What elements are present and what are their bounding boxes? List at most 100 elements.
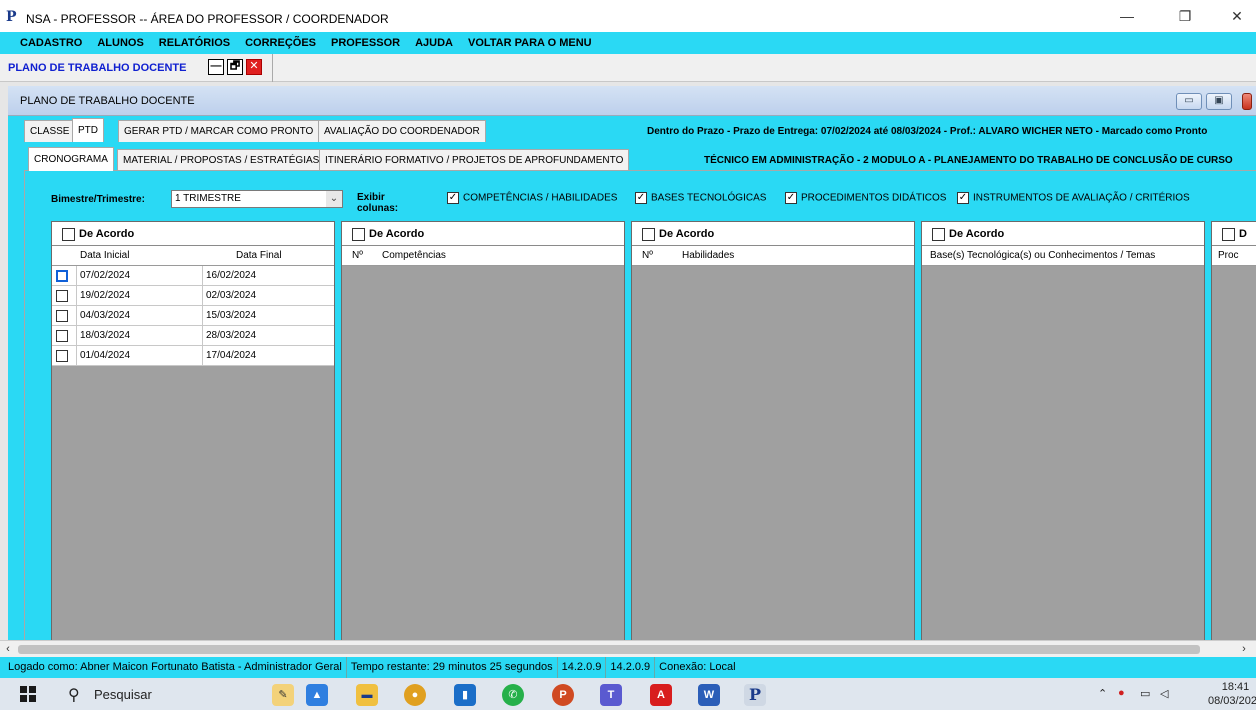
menu-ajuda[interactable]: AJUDA [415,37,453,49]
show-competencias-option[interactable]: ✓ COMPETÊNCIAS / HABILIDADES [447,192,617,204]
acrobat-icon[interactable]: A [650,684,672,706]
tab-classe[interactable]: CLASSE [24,120,76,142]
volume-icon[interactable]: ◁ [1160,687,1168,700]
show-instrumentos-option[interactable]: ✓ INSTRUMENTOS DE AVALIAÇÃO / CRITÉRIOS [957,192,1190,204]
checkbox-icon[interactable] [642,227,655,241]
row-checkbox[interactable] [56,350,68,362]
table-row[interactable]: 07/02/2024 16/02/2024 [52,266,334,286]
mdi-tab-label[interactable]: PLANO DE TRABALHO DOCENTE [8,62,186,74]
horizontal-scrollbar[interactable]: ‹ › [0,640,1256,657]
restore-button[interactable]: ❐ [1162,4,1208,28]
bases-column: De Acordo Base(s) Tecnológica(s) ou Conh… [921,221,1205,645]
competencias-agree-header[interactable]: De Acordo [342,222,624,246]
row-checkbox[interactable] [56,310,68,322]
option-label: PROCEDIMENTOS DIDÁTICOS [801,192,947,204]
shield-icon[interactable]: ▲ [306,684,328,706]
search-icon[interactable]: ⚲ [68,685,80,705]
minimize-button[interactable]: — [1104,4,1150,28]
tab-cronograma[interactable]: CRONOGRAMA [28,147,114,171]
window-titlebar: P NSA - PROFESSOR -- ÁREA DO PROFESSOR /… [0,0,1256,32]
word-icon[interactable]: W [698,684,720,706]
checkbox-icon[interactable] [1222,227,1235,241]
menu-professor[interactable]: PROFESSOR [331,37,400,49]
row-checkbox[interactable] [56,270,68,282]
procedimentos-agree-header[interactable]: D [1212,222,1256,246]
checkbox-icon[interactable] [932,227,945,241]
mdi-close-button[interactable]: ✕ [246,59,262,75]
status-time-remaining: Tempo restante: 29 minutos 25 segundos [347,657,558,678]
bases-agree-header[interactable]: De Acordo [922,222,1204,246]
col-header-start[interactable]: Data Inicial [80,246,129,265]
table-row[interactable]: 01/04/2024 17/04/2024 [52,346,334,366]
tab-itinerario[interactable]: ITINERÁRIO FORMATIVO / PROJETOS DE APROF… [319,149,630,171]
col-header-num[interactable]: Nº [352,246,363,265]
show-procedimentos-option[interactable]: ✓ PROCEDIMENTOS DIDÁTICOS [785,192,946,204]
end-date-cell: 02/03/2024 [202,286,334,306]
col-header-bases[interactable]: Base(s) Tecnológica(s) ou Conhecimentos … [930,246,1155,265]
network-error-icon[interactable]: ● [1118,687,1125,699]
windows-start-icon[interactable] [20,686,36,702]
show-bases-option[interactable]: ✓ BASES TECNOLÓGICAS [635,192,766,204]
checkbox-checked-icon[interactable]: ✓ [447,192,459,204]
chrome-icon[interactable]: ● [404,684,426,706]
col-header-num[interactable]: Nº [642,246,653,265]
chevron-down-icon[interactable]: ⌄ [326,191,342,207]
menu-relatorios[interactable]: RELATÓRIOS [159,37,230,49]
mdi-minimize-button[interactable]: — [208,59,224,75]
tab-ptd[interactable]: PTD [72,118,104,142]
period-select[interactable]: 1 TRIMESTRE ⌄ [171,190,343,208]
habilidades-agree-header[interactable]: De Acordo [632,222,914,246]
menu-alunos[interactable]: ALUNOS [97,37,143,49]
close-button[interactable]: ✕ [1214,4,1256,28]
col-header-end[interactable]: Data Final [236,246,282,265]
agree-label: De Acordo [369,228,425,240]
scroll-left-icon[interactable]: ‹ [0,641,16,658]
col-header-habilidades[interactable]: Habilidades [682,246,734,265]
checkbox-icon[interactable] [352,227,365,241]
cronograma-panel: Bimestre/Trimestre: 1 TRIMESTRE ⌄ Exibir… [24,170,1256,656]
tab-gerar-ptd[interactable]: GERAR PTD / MARCAR COMO PRONTO [118,120,320,142]
nsa-app-icon[interactable]: P [744,684,766,706]
menu-voltar[interactable]: VOLTAR PARA O MENU [468,37,592,49]
widgets-icon[interactable]: ✎ [272,684,294,706]
row-checkbox[interactable] [56,290,68,302]
inner-minimize-button[interactable]: ▭ [1176,93,1202,110]
whatsapp-icon[interactable]: ✆ [502,684,524,706]
checkbox-checked-icon[interactable]: ✓ [957,192,969,204]
trello-icon[interactable]: ▮ [454,684,476,706]
taskbar-clock[interactable]: 18:41 08/03/2024 [1208,680,1256,708]
inner-close-button[interactable] [1242,93,1252,110]
mdi-separator [272,54,273,82]
checkbox-checked-icon[interactable]: ✓ [785,192,797,204]
scrollbar-thumb[interactable] [18,645,1200,654]
menu-correcoes[interactable]: CORREÇÕES [245,37,316,49]
taskbar-search[interactable]: Pesquisar [94,687,152,702]
columns-label: Exibir colunas: [357,192,399,214]
menu-cadastro[interactable]: CADASTRO [20,37,82,49]
powerpoint-icon[interactable]: P [552,684,574,706]
table-row[interactable]: 19/02/2024 02/03/2024 [52,286,334,306]
display-icon[interactable]: ▭ [1140,687,1150,700]
col-header-competencias[interactable]: Competências [382,246,446,265]
checkbox-icon[interactable] [62,227,75,241]
habilidades-grid-header: Nº Habilidades [632,246,914,266]
tab-avaliacao-coordenador[interactable]: AVALIAÇÃO DO COORDENADOR [318,120,486,142]
course-info: TÉCNICO EM ADMINISTRAÇÃO - 2 MODULO A - … [704,155,1233,166]
scroll-right-icon[interactable]: › [1236,641,1252,658]
file-explorer-icon[interactable]: ▬ [356,684,378,706]
status-version-1: 14.2.0.9 [558,657,607,678]
table-row[interactable]: 04/03/2024 15/03/2024 [52,306,334,326]
col-header-procedimentos[interactable]: Proc [1218,246,1239,265]
table-row[interactable]: 18/03/2024 28/03/2024 [52,326,334,346]
tab-material[interactable]: MATERIAL / PROPOSTAS / ESTRATÉGIAS [117,149,326,171]
teams-icon[interactable]: T [600,684,622,706]
dates-agree-header[interactable]: De Acordo [52,222,334,246]
inner-restore-button[interactable]: ▣ [1206,93,1232,110]
mdi-restore-button[interactable]: 🗗 [227,59,243,75]
procedimentos-column: D Proc [1211,221,1256,645]
checkbox-checked-icon[interactable]: ✓ [635,192,647,204]
filter-row: Bimestre/Trimestre: 1 TRIMESTRE ⌄ Exibir… [51,189,1190,214]
row-checkbox[interactable] [56,330,68,342]
tray-chevron-icon[interactable]: ⌃ [1098,687,1107,700]
dates-table: 07/02/2024 16/02/2024 19/02/2024 02/03/202… [52,266,334,366]
